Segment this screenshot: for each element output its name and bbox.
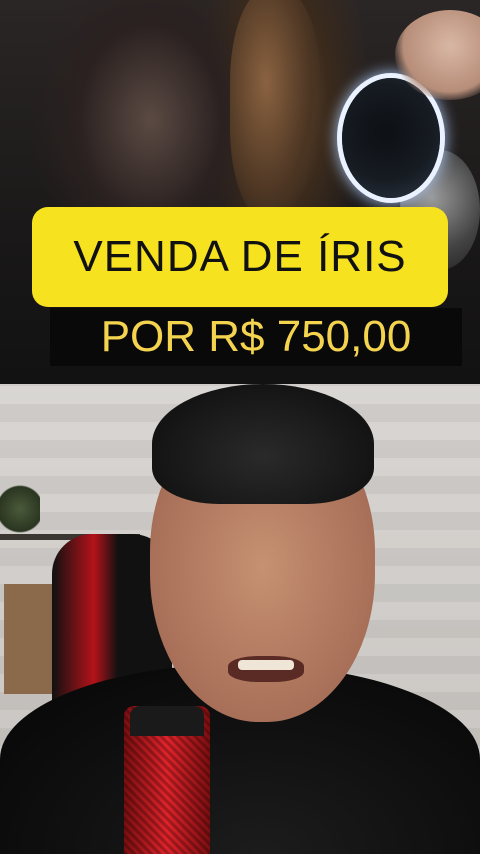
microphone-top — [130, 706, 204, 736]
person-hair — [230, 0, 320, 220]
iris-scanner-icon — [342, 78, 440, 198]
headline-title: VENDA DE ÍRIS — [73, 232, 407, 281]
teeth — [238, 660, 294, 670]
plant — [0, 484, 40, 534]
headline-price: POR R$ 750,00 — [100, 312, 412, 361]
background-object — [4, 584, 52, 694]
bottom-video-panel — [0, 384, 480, 854]
presenter-hair — [152, 384, 374, 504]
